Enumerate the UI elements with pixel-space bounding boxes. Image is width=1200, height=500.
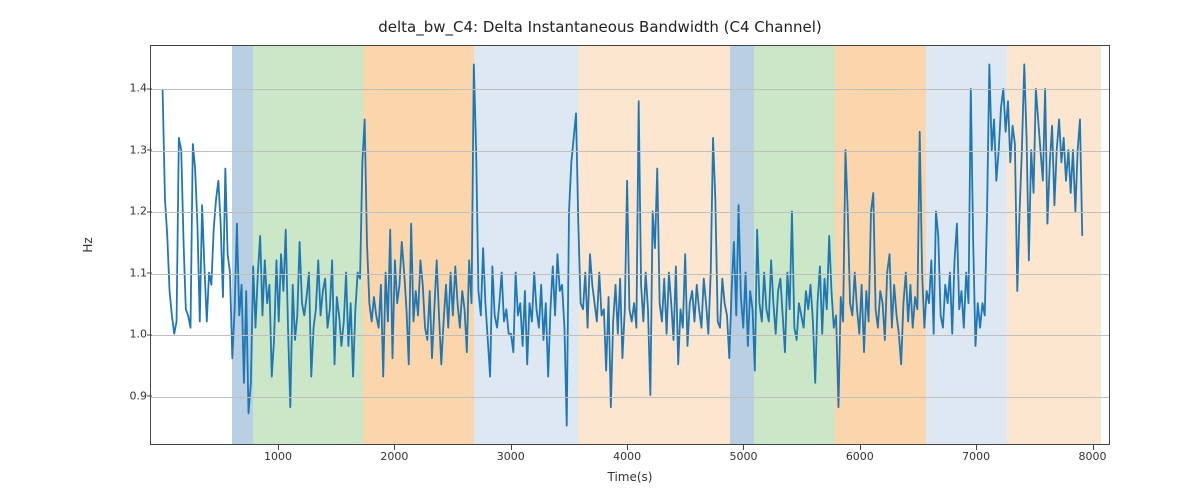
line-svg [151,46,1109,444]
figure: delta_bw_C4: Delta Instantaneous Bandwid… [0,0,1200,500]
gridline [151,274,1109,275]
y-tick-label: 1.4 [107,82,147,95]
x-axis-label: Time(s) [150,470,1110,484]
x-tick-label: 1000 [248,450,308,463]
x-tick-label: 3000 [481,450,541,463]
x-tick-label: 4000 [597,450,657,463]
gridline [151,151,1109,152]
y-tick-label: 1.1 [107,266,147,279]
y-axis-label: Hz [81,45,95,445]
y-tick-label: 1.3 [107,143,147,156]
x-tick-label: 6000 [830,450,890,463]
gridline [151,89,1109,90]
x-tick-label: 2000 [364,450,424,463]
chart-title: delta_bw_C4: Delta Instantaneous Bandwid… [0,18,1200,36]
x-tick-label: 8000 [1063,450,1123,463]
gridline [151,212,1109,213]
gridline [151,397,1109,398]
plot-area [150,45,1110,445]
x-tick-label: 5000 [713,450,773,463]
series-line [163,64,1083,425]
y-tick-label: 1.2 [107,205,147,218]
y-tick-label: 0.9 [107,389,147,402]
gridline [151,335,1109,336]
y-tick-label: 1.0 [107,328,147,341]
x-tick-label: 7000 [946,450,1006,463]
